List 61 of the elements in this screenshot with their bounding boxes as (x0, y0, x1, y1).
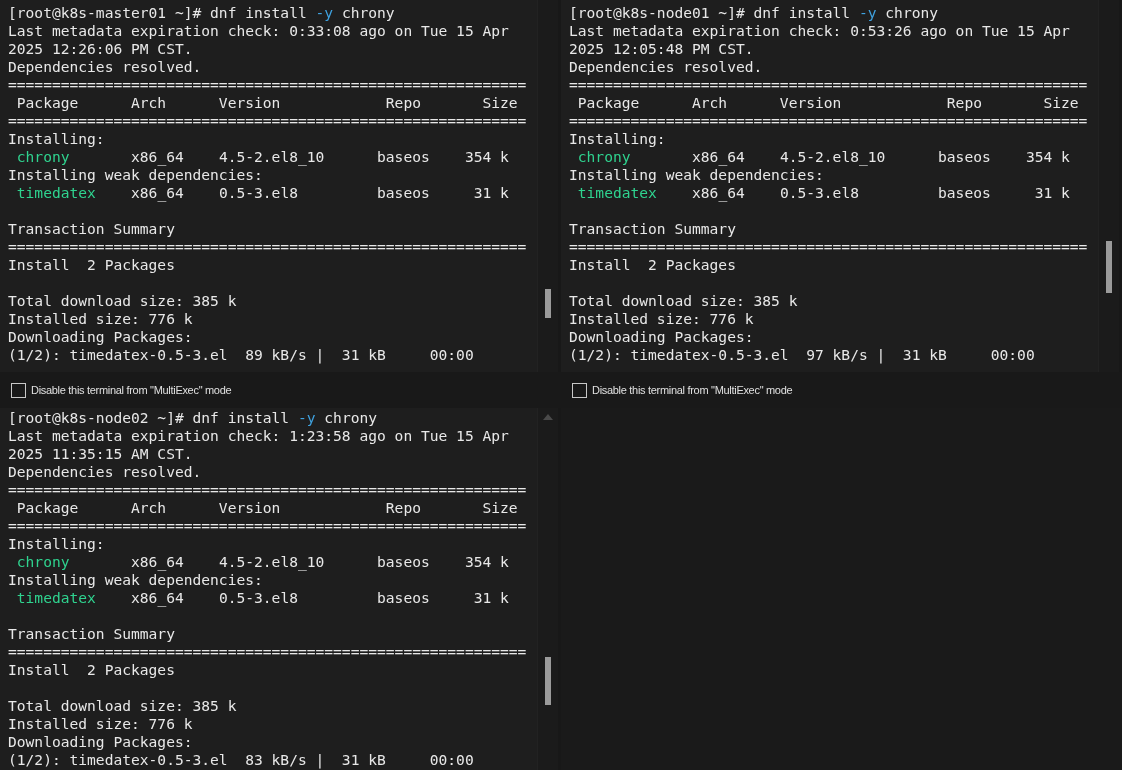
terminal-line: Installed size: 776 k (8, 715, 194, 733)
terminal-line: 2025 11:35:15 AM CST. (8, 445, 194, 463)
checkbox[interactable] (11, 382, 26, 398)
terminal-line: Package Arch Version Repo Size (15, 94, 519, 112)
terminal-line: Install 2 Packages (8, 256, 176, 274)
terminal-line: Install 2 Packages (8, 661, 176, 679)
terminal-line: Dependencies resolved. (8, 58, 203, 76)
terminal-line: (1/2): timedatex-0.5-3.el 89 kB/s | 31 kB 00:00 (8, 346, 475, 364)
scrollbar-thumb[interactable] (545, 657, 551, 705)
terminal-line: 2025 12:26:06 PM CST. (8, 40, 194, 58)
terminal-line: Installed size: 776 k (569, 310, 755, 328)
terminal-line: Installed size: 776 k (8, 310, 194, 328)
terminal-line: Install 2 Packages (569, 256, 737, 274)
terminal-line: (1/2): timedatex-0.5-3.el 97 kB/s | 31 kB 00:00 (569, 346, 1036, 364)
terminal-line: =========================================================== (8, 76, 528, 94)
terminal-line: chrony x86_64 4.5-2.el8_10 baseos 354 k (15, 148, 510, 166)
terminal-line: timedatex x86_64 0.5-3.el8 baseos 31 k (576, 184, 1071, 202)
terminal-line: Dependencies resolved. (8, 463, 203, 481)
scrollbar-thumb[interactable] (545, 289, 551, 318)
terminal-line: Last metadata expiration check: 0:53:26 ago on Tue 15 Apr (569, 22, 1071, 40)
terminal-line: Downloading Packages: (8, 733, 194, 751)
terminal-line: Total download size: 385 k (569, 292, 799, 310)
terminal-line: Total download size: 385 k (8, 292, 238, 310)
checkbox[interactable] (572, 382, 587, 398)
terminal-line: =========================================================== (569, 76, 1089, 94)
terminal-line: Last metadata expiration check: 0:33:08 ago on Tue 15 Apr (8, 22, 510, 40)
terminal-line: [root@k8s-master01 ~]# dnf install -y chrony (8, 4, 396, 22)
terminal-line: =========================================================== (8, 643, 528, 661)
terminal-line: (1/2): timedatex-0.5-3.el 83 kB/s | 31 kB 00:00 (8, 751, 475, 769)
terminal-line: Downloading Packages: (569, 328, 755, 346)
terminal-line: =========================================================== (8, 112, 528, 130)
terminal-line: =========================================================== (8, 481, 528, 499)
terminal-line: Installing: (8, 130, 106, 148)
terminal-line: Transaction Summary (8, 220, 176, 238)
terminal-line: timedatex x86_64 0.5-3.el8 baseos 31 k (15, 184, 510, 202)
terminal-line: Installing weak dependencies: (8, 166, 264, 184)
terminal-line: Installing weak dependencies: (8, 571, 264, 589)
terminal-line: [root@k8s-node01 ~]# dnf install -y chrony (569, 4, 940, 22)
terminal-line: Transaction Summary (569, 220, 737, 238)
terminal-line: chrony x86_64 4.5-2.el8_10 baseos 354 k (576, 148, 1071, 166)
terminal-line: =========================================================== (569, 112, 1089, 130)
scrollbar-thumb[interactable] (1106, 241, 1112, 293)
terminal-line: Package Arch Version Repo Size (576, 94, 1080, 112)
terminal-line: Transaction Summary (8, 625, 176, 643)
terminal-line: chrony x86_64 4.5-2.el8_10 baseos 354 k (15, 553, 510, 571)
terminal-line: =========================================================== (569, 238, 1089, 256)
terminal-line: Package Arch Version Repo Size (15, 499, 519, 517)
terminal-line: Installing: (8, 535, 106, 553)
terminal-line: 2025 12:05:48 PM CST. (569, 40, 755, 58)
terminal-line: Last metadata expiration check: 1:23:58 ago on Tue 15 Apr (8, 427, 510, 445)
terminal-line: [root@k8s-node02 ~]# dnf install -y chrony (8, 409, 379, 427)
terminal-line: =========================================================== (8, 517, 528, 535)
terminal-line: timedatex x86_64 0.5-3.el8 baseos 31 k (15, 589, 510, 607)
terminal-line: Installing weak dependencies: (569, 166, 825, 184)
terminal-line: =========================================================== (8, 238, 528, 256)
terminal-line: Dependencies resolved. (569, 58, 764, 76)
terminal-line: Downloading Packages: (8, 328, 194, 346)
terminal-line: Total download size: 385 k (8, 697, 238, 715)
checkbox-label[interactable]: Disable this terminal from "MultiExec" mode (31, 384, 232, 396)
checkbox-label[interactable]: Disable this terminal from "MultiExec" mode (592, 384, 793, 396)
terminal-line: Installing: (569, 130, 667, 148)
